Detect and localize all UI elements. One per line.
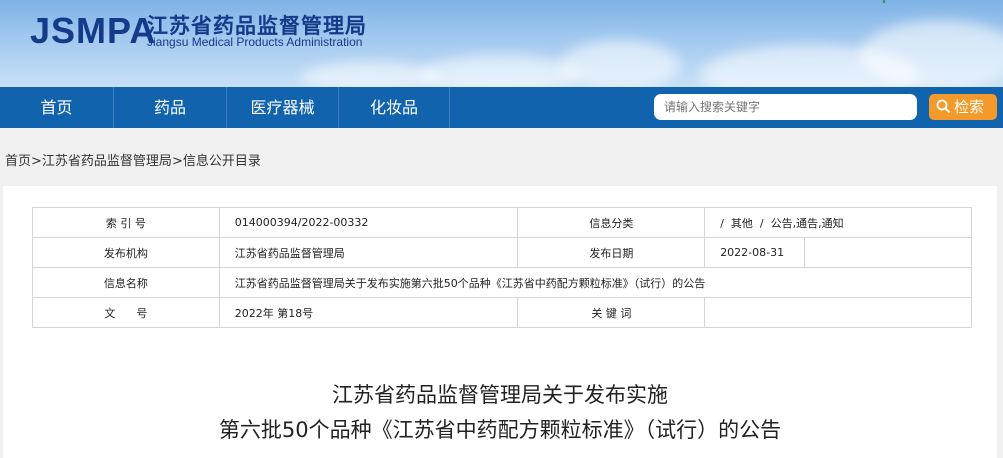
nav-item-drugs[interactable]: 药品 — [114, 87, 227, 128]
site-banner: JSMPA 江苏省药品监督管理局 Jiangsu Medical Product… — [0, 0, 1003, 87]
main-nav: 首页 药品 医疗器械 化妆品 检索 — [0, 87, 1003, 128]
table-row: 文 号 2022年 第18号 关 键 词 — [32, 297, 972, 328]
index-number-label: 索 引 号 — [32, 207, 220, 238]
nav-item-medical-devices[interactable]: 医疗器械 — [227, 87, 339, 128]
table-row: 索 引 号 014000394/2022-00332 信息分类 / 其他 / 公… — [32, 207, 972, 238]
breadcrumb-item-catalog[interactable]: 信息公开目录 — [183, 154, 261, 169]
doc-number-label: 文 号 — [32, 297, 220, 328]
table-row: 信息名称 江苏省药品监督管理局关于发布实施第六批50个品种《江苏省中药配方颗粒标… — [32, 267, 973, 298]
decorative-mark — [883, 0, 885, 3]
document-meta-table: 索 引 号 014000394/2022-00332 信息分类 / 其他 / 公… — [32, 207, 973, 328]
publish-date-value: 2022-08-31 — [704, 237, 806, 268]
article-title-line-1: 江苏省药品监督管理局关于发布实施 — [332, 383, 668, 407]
empty-cell — [804, 237, 972, 268]
content-panel: 索 引 号 014000394/2022-00332 信息分类 / 其他 / 公… — [3, 186, 997, 458]
breadcrumb: 首页>江苏省药品监督管理局>信息公开目录 — [5, 150, 261, 169]
publish-date-label: 发布日期 — [517, 237, 706, 268]
search-button[interactable]: 检索 — [929, 94, 997, 120]
search-button-label: 检索 — [954, 98, 985, 116]
breadcrumb-separator: > — [171, 154, 183, 169]
index-number-value: 014000394/2022-00332 — [218, 207, 519, 238]
site-logo[interactable]: JSMPA — [30, 10, 156, 52]
keywords-label: 关 键 词 — [517, 297, 706, 328]
breadcrumb-separator: > — [31, 154, 42, 169]
publisher-label: 发布机构 — [32, 237, 220, 268]
keywords-value — [704, 297, 972, 328]
nav-item-cosmetics[interactable]: 化妆品 — [339, 87, 450, 128]
breadcrumb-item-home[interactable]: 首页 — [5, 154, 31, 169]
article-title-line-2: 第六批50个品种《江苏省中药配方颗粒标准》（试行）的公告 — [218, 418, 782, 442]
info-name-label: 信息名称 — [32, 267, 220, 298]
search-icon — [936, 99, 951, 114]
category-value: / 其他 / 公告,通告,通知 — [704, 207, 972, 238]
nav-item-home[interactable]: 首页 — [0, 87, 114, 128]
publisher-value: 江苏省药品监督管理局 — [218, 237, 519, 268]
info-name-value: 江苏省药品监督管理局关于发布实施第六批50个品种《江苏省中药配方颗粒标准》（试行… — [218, 267, 973, 298]
doc-number-value: 2022年 第18号 — [218, 297, 519, 328]
category-label: 信息分类 — [517, 207, 706, 238]
search-input[interactable] — [654, 94, 917, 120]
breadcrumb-item-bureau[interactable]: 江苏省药品监督管理局 — [42, 154, 172, 169]
table-row: 发布机构 江苏省药品监督管理局 发布日期 2022-08-31 — [32, 237, 972, 268]
site-subtitle: Jiangsu Medical Products Administration — [147, 35, 363, 49]
